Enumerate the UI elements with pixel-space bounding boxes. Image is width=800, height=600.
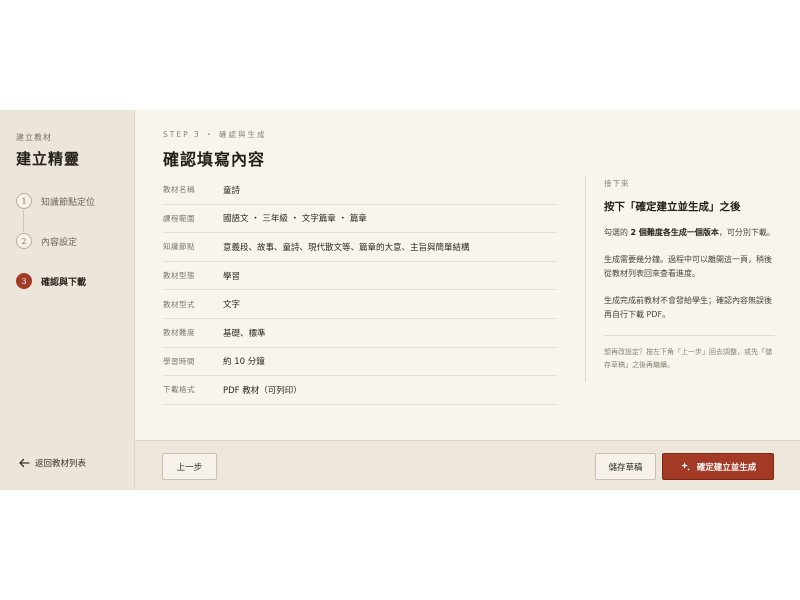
step-label-1: 知識節點定位 [41, 197, 96, 208]
step-item-1[interactable]: 1 知識節點定位 [16, 192, 96, 232]
back-to-list-label: 返回教材列表 [35, 459, 87, 469]
summary-value: 意義段、故事、童詩、現代散文等、篇章的大意、主旨與簡單結構 [223, 242, 470, 253]
note-heading: 按下「確定建立並生成」之後 [604, 201, 741, 213]
page-title: 確認填寫內容 [163, 150, 266, 169]
note-paragraph-duration: 生成需要幾分鐘。過程中可以離開這一頁，稍後從教材列表回來查看進度。 [604, 254, 772, 279]
step-item-3[interactable]: 3 確認與下載 [16, 272, 95, 290]
summary-label: 下載格式 [163, 385, 195, 395]
note-paragraph-release: 生成完成前教材不會發給學生；確認內容無誤後再自行下載 PDF。 [604, 295, 772, 320]
step-label-2: 內容設定 [41, 237, 78, 248]
confirm-create-button[interactable]: 確定建立並生成 [662, 453, 774, 480]
summary-row: 學習時間 約 10 分鐘 [163, 348, 557, 377]
summary-label: 教材名稱 [163, 185, 195, 195]
summary-value: PDF 教材（可列印） [223, 385, 302, 396]
summary-row: 下載格式 PDF 教材（可列印） [163, 376, 557, 405]
step-item-2[interactable]: 2 內容設定 [16, 232, 95, 250]
back-to-list-link[interactable]: 返回教材列表 [18, 457, 86, 469]
step-number-2: 2 [16, 233, 32, 249]
summary-row: 教材型式 文字 [163, 290, 557, 319]
note-paragraph-versions: 勾選的 2 個難度各生成一個版本，可分別下載。 [604, 226, 775, 241]
step-label-3: 確認與下載 [41, 277, 87, 288]
summary-value: 學習 [223, 271, 241, 282]
save-draft-button[interactable]: 儲存草稿 [595, 453, 656, 480]
summary-row: 教材難度 基礎、標準 [163, 319, 557, 348]
summary-row: 教材名稱 童詩 [163, 176, 557, 205]
summary-row: 知識節點 意義段、故事、童詩、現代散文等、篇章的大意、主旨與簡單結構 [163, 233, 557, 262]
step-number-3: 3 [16, 273, 32, 289]
note-emphasis: 2 個難度各生成一個版本 [630, 228, 719, 237]
summary-value: 基礎、標準 [223, 328, 266, 339]
summary-label: 教材型態 [163, 271, 195, 281]
note-kicker: 接下來 [604, 179, 630, 188]
next-steps-panel: 接下來 按下「確定建立並生成」之後 勾選的 2 個難度各生成一個版本，可分別下載… [585, 176, 775, 382]
summary-row: 教材型態 學習 [163, 262, 557, 291]
note-text: 勾選的 [604, 228, 631, 237]
step-list: 1 知識節點定位 2 內容設定 3 確認與下載 [16, 192, 95, 312]
summary-value: 文字 [223, 300, 241, 311]
summary-value: 童詩 [223, 185, 241, 196]
wizard-window: 建立教材 建立精靈 1 知識節點定位 2 內容設定 3 確認與下載 返回教材列表 [0, 110, 800, 490]
summary-row: 課程範圍 國語文 ・ 三年級 ・ 文字篇章 ・ 篇章 [163, 205, 557, 234]
note-text: ，可分別下載。 [718, 228, 775, 237]
summary-label: 教材難度 [163, 328, 195, 338]
previous-step-button[interactable]: 上一步 [162, 453, 217, 480]
main-content: STEP 3 ・ 確認與生成 確認填寫內容 教材名稱 童詩 課程範圍 國語文 ・… [135, 110, 800, 490]
summary-label: 課程範圍 [163, 213, 195, 223]
note-hint: 想再改設定？按左下角「上一步」回去調整，或先「儲存草稿」之後再繼續。 [604, 334, 775, 372]
summary-value: 國語文 ・ 三年級 ・ 文字篇章 ・ 篇章 [223, 214, 367, 225]
arrow-left-icon [19, 458, 30, 468]
sidebar-kicker: 建立教材 [16, 133, 52, 142]
footer-bar: 上一步 儲存草稿 確定建立並生成 [135, 440, 800, 490]
summary-label: 知識節點 [163, 242, 195, 252]
summary-label: 教材型式 [163, 299, 195, 309]
step-number-1: 1 [16, 193, 32, 209]
step-connector [23, 210, 24, 232]
summary-label: 學習時間 [163, 356, 195, 366]
sidebar-title: 建立精靈 [16, 150, 81, 168]
sidebar: 建立教材 建立精靈 1 知識節點定位 2 內容設定 3 確認與下載 返回教材列表 [0, 110, 135, 490]
summary-value: 約 10 分鐘 [223, 357, 265, 368]
step-kicker: STEP 3 ・ 確認與生成 [163, 130, 267, 139]
confirm-create-label: 確定建立並生成 [696, 462, 757, 473]
sparkle-icon [680, 462, 690, 471]
summary-table: 教材名稱 童詩 課程範圍 國語文 ・ 三年級 ・ 文字篇章 ・ 篇章 知識節點 … [163, 176, 557, 405]
